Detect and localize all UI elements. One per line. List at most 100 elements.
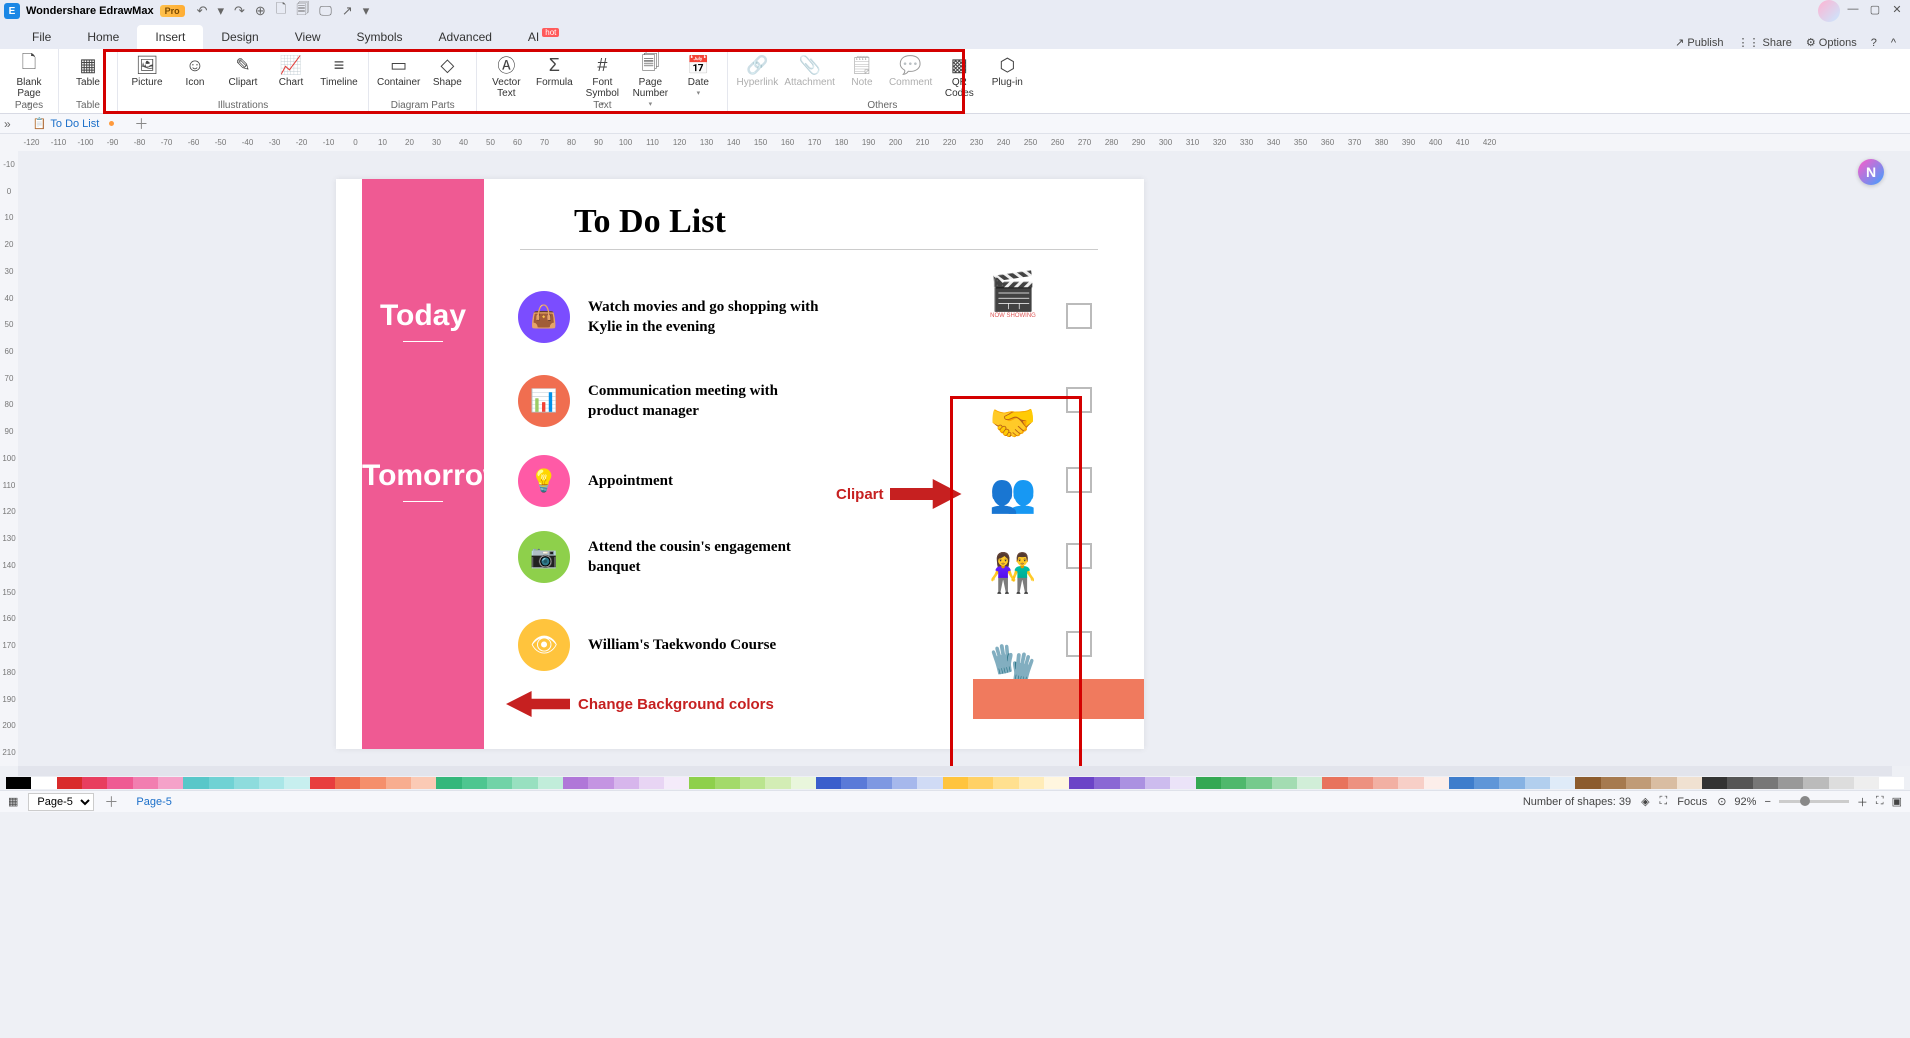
task-checkbox[interactable] (1066, 543, 1092, 569)
qat-item[interactable]: ↗ (342, 3, 353, 19)
ribbon-container[interactable]: ▭Container (377, 53, 420, 99)
menu-right-^[interactable]: ^ (1891, 37, 1896, 49)
swatch[interactable] (1297, 777, 1322, 789)
menu-home[interactable]: Home (69, 25, 137, 49)
swatch[interactable] (1196, 777, 1221, 789)
qat-item[interactable]: 🖵 (319, 3, 332, 19)
swatch[interactable] (1373, 777, 1398, 789)
swatch[interactable] (1094, 777, 1119, 789)
ribbon-date[interactable]: 📅Date▾ (677, 53, 719, 99)
menu-insert[interactable]: Insert (137, 25, 203, 49)
minimize-icon[interactable]: — (1844, 0, 1862, 18)
ribbon-page-number[interactable]: 🗐PageNumber▾ (629, 53, 671, 99)
ribbon-qr-codes[interactable]: ▩QRCodes (938, 53, 980, 99)
add-page-icon[interactable]: ＋ (104, 792, 118, 812)
close-icon[interactable]: ✕ (1888, 0, 1906, 18)
swatch[interactable] (538, 777, 563, 789)
swatch[interactable] (892, 777, 917, 789)
swatch[interactable] (1879, 777, 1904, 789)
swatch[interactable] (841, 777, 866, 789)
swatch[interactable] (1829, 777, 1854, 789)
swatch[interactable] (1778, 777, 1803, 789)
swatch[interactable] (968, 777, 993, 789)
swatch[interactable] (1803, 777, 1828, 789)
swatch[interactable] (1525, 777, 1550, 789)
swatch[interactable] (386, 777, 411, 789)
task-checkbox[interactable] (1066, 467, 1092, 493)
swatch[interactable] (689, 777, 714, 789)
ribbon-timeline[interactable]: ≡Timeline (318, 53, 360, 99)
swatch[interactable] (487, 777, 512, 789)
canvas[interactable]: Today Tomorrow To Do List 👜Watch movies … (18, 151, 1910, 766)
horizontal-scrollbar[interactable] (18, 766, 1892, 776)
task-checkbox[interactable] (1066, 631, 1092, 657)
swatch[interactable] (1499, 777, 1524, 789)
swatch[interactable] (1221, 777, 1246, 789)
avatar-icon[interactable] (1818, 0, 1840, 22)
swatch[interactable] (791, 777, 816, 789)
ribbon-vector-text[interactable]: ⒶVectorText (485, 53, 527, 99)
menu-right-Publish[interactable]: ↗ Publish (1675, 36, 1723, 49)
crop-icon[interactable]: ⛶ (1660, 795, 1668, 808)
swatch[interactable] (1753, 777, 1778, 789)
swatch[interactable] (462, 777, 487, 789)
swatch[interactable] (816, 777, 841, 789)
add-tab-icon[interactable]: ＋ (134, 114, 148, 134)
ribbon-blank-page[interactable]: 🗋BlankPage▾ (8, 53, 50, 99)
swatch[interactable] (740, 777, 765, 789)
swatch[interactable] (1398, 777, 1423, 789)
zoom-slider[interactable] (1779, 800, 1849, 803)
swatch[interactable] (1069, 777, 1094, 789)
swatch[interactable] (993, 777, 1018, 789)
page-select[interactable]: Page-5 (28, 793, 94, 811)
qat-item[interactable]: ↷ (234, 3, 245, 19)
page-dropdown[interactable]: Page-5 (28, 793, 94, 811)
swatch[interactable] (765, 777, 790, 789)
menu-file[interactable]: File (14, 25, 69, 49)
swatch[interactable] (943, 777, 968, 789)
menu-symbols[interactable]: Symbols (339, 25, 421, 49)
menu-right-?[interactable]: ? (1871, 37, 1877, 49)
swatch[interactable] (310, 777, 335, 789)
menu-ai[interactable]: AIhot (510, 25, 577, 49)
swatch[interactable] (614, 777, 639, 789)
swatch[interactable] (512, 777, 537, 789)
zoom-in-icon[interactable]: ＋ (1857, 794, 1868, 810)
focus-label[interactable]: Focus (1677, 796, 1707, 808)
swatch[interactable] (1651, 777, 1676, 789)
ribbon-icon[interactable]: ☺Icon (174, 53, 216, 99)
swatch[interactable] (1322, 777, 1347, 789)
swatch[interactable] (1449, 777, 1474, 789)
swatch[interactable] (1626, 777, 1651, 789)
swatch[interactable] (1044, 777, 1069, 789)
swatch[interactable] (183, 777, 208, 789)
menu-design[interactable]: Design (203, 25, 276, 49)
swatch[interactable] (57, 777, 82, 789)
swatch[interactable] (1575, 777, 1600, 789)
swatch[interactable] (1348, 777, 1373, 789)
page-tab[interactable]: Page-5 (136, 796, 171, 808)
swatch[interactable] (664, 777, 689, 789)
floating-logo-icon[interactable]: N (1858, 159, 1884, 185)
swatch[interactable] (1677, 777, 1702, 789)
ribbon-picture[interactable]: 🖼Picture (126, 53, 168, 99)
swatch[interactable] (1272, 777, 1297, 789)
swatch[interactable] (31, 777, 56, 789)
swatch[interactable] (1246, 777, 1271, 789)
swatch[interactable] (411, 777, 436, 789)
swatch[interactable] (158, 777, 183, 789)
swatch[interactable] (133, 777, 158, 789)
swatch[interactable] (209, 777, 234, 789)
task-checkbox[interactable] (1066, 387, 1092, 413)
fit-page-icon[interactable]: ⛶ (1876, 795, 1884, 808)
ribbon-formula[interactable]: ΣFormula (533, 53, 575, 99)
task-checkbox[interactable] (1066, 303, 1092, 329)
swatch[interactable] (360, 777, 385, 789)
swatch[interactable] (1474, 777, 1499, 789)
qat-item[interactable]: ↶ (197, 3, 208, 19)
swatch[interactable] (1550, 777, 1575, 789)
swatch[interactable] (107, 777, 132, 789)
swatch[interactable] (715, 777, 740, 789)
layers-icon[interactable]: ◈ (1641, 795, 1649, 808)
ribbon-shape[interactable]: ◇Shape (426, 53, 468, 99)
